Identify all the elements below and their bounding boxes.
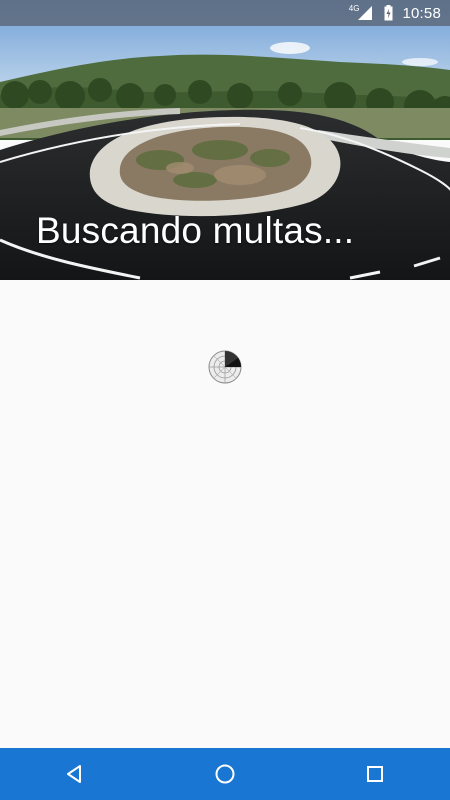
back-button[interactable] (45, 748, 105, 800)
clock: 10:58 (402, 4, 441, 22)
status-bar: 4G 10:58 (0, 0, 450, 26)
page-title: Buscando multas... (36, 210, 355, 251)
main-content (0, 280, 450, 748)
battery-charging-icon (384, 5, 393, 21)
signal-icon (358, 6, 373, 20)
system-navigation-bar (0, 748, 450, 800)
recents-icon (367, 766, 383, 782)
header-image: Buscando multas... (0, 0, 450, 280)
radar-loading-icon (208, 350, 242, 384)
recents-button[interactable] (345, 748, 405, 800)
home-button[interactable] (195, 748, 255, 800)
home-icon (215, 764, 235, 784)
back-icon (67, 765, 81, 783)
